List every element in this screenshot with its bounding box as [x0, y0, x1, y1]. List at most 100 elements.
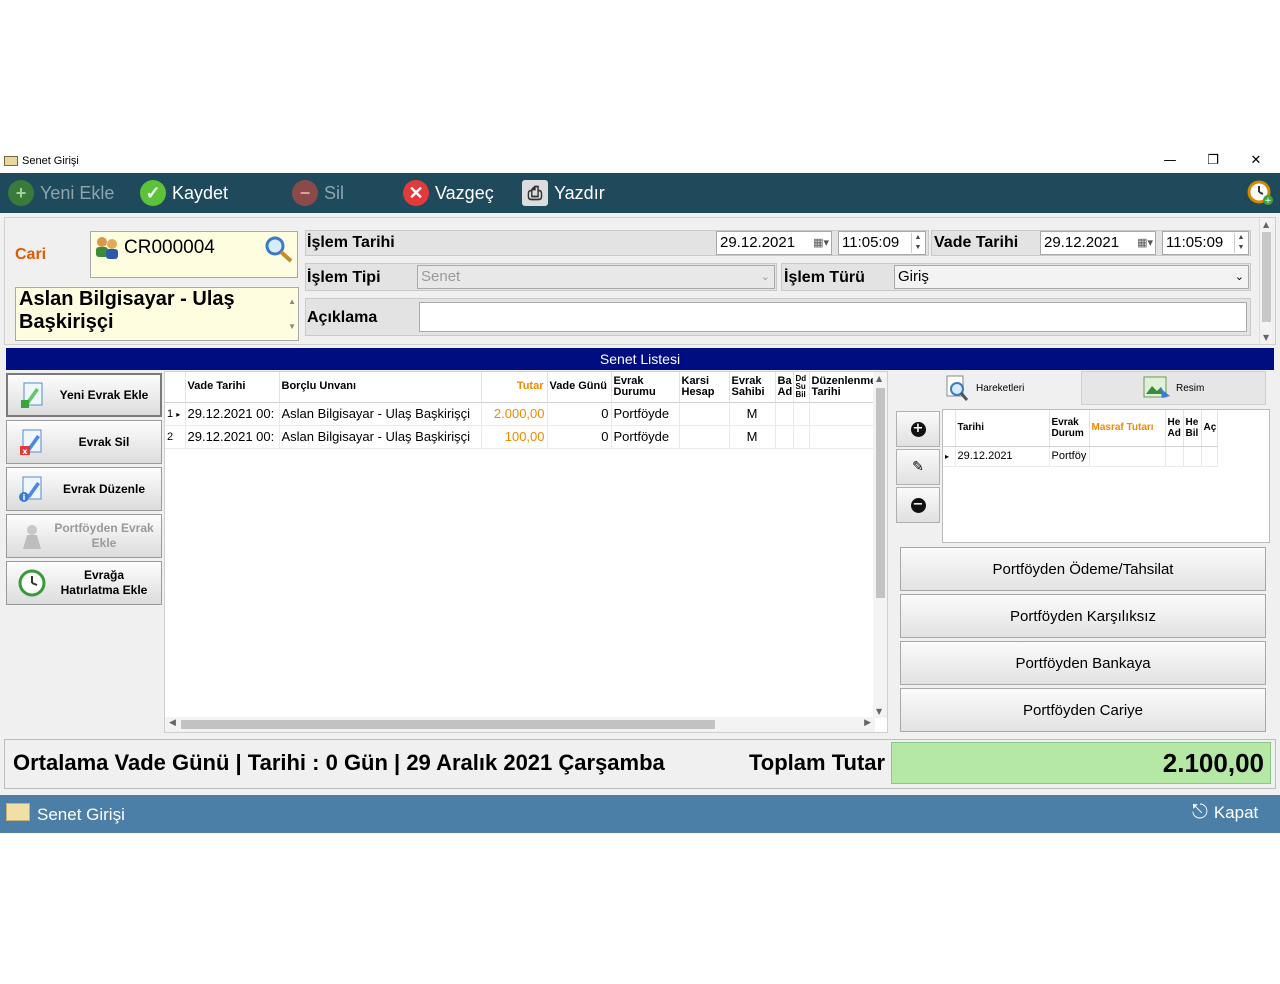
scroll-up-icon[interactable]: ▲	[876, 374, 882, 383]
add-reminder-button[interactable]: Evrağa Hatırlatma Ekle	[6, 561, 162, 605]
vade-tarihi-label: Vade Tarihi	[934, 234, 1019, 251]
scroll-right-icon[interactable]: ▶	[864, 718, 871, 728]
movements-table: Tarihi Evrak Durum Masraf Tutarı He Ad H…	[943, 410, 1218, 467]
table-row[interactable]: 1 ▸ 29.12.2021 00: Aslan Bilgisayar - Ul…	[165, 402, 878, 426]
edit-movement-button[interactable]: ✎	[896, 449, 940, 485]
col-duzenlenme-tarihi[interactable]: Düzenlenme Tarihi	[809, 372, 878, 403]
col-tarihi[interactable]: Tarihi	[955, 410, 1050, 447]
delete-document-button[interactable]: x Evrak Sil	[6, 420, 162, 464]
tab-hareketleri-label: Hareketleri	[976, 382, 1025, 394]
table-row[interactable]: ▸ 29.12.2021 Portföy	[943, 446, 1218, 467]
table-row[interactable]: 2 29.12.2021 00: Aslan Bilgisayar - Ulaş…	[165, 425, 878, 449]
col-evrak-durum[interactable]: Evrak Durum	[1049, 410, 1090, 447]
scroll-thumb[interactable]	[1262, 232, 1271, 322]
document-delete-icon: x	[17, 427, 47, 457]
scroll-thumb[interactable]	[876, 388, 885, 598]
svg-text:i: i	[23, 493, 26, 502]
row-indicator-header	[943, 410, 956, 447]
cell-gun: 0	[547, 402, 612, 426]
cell-borclu: Aslan Bilgisayar - Ulaş Başkirişçi	[279, 425, 482, 449]
portfolio-account-button[interactable]: Portföyden Cariye	[900, 688, 1266, 732]
portfolio-bank-button[interactable]: Portföyden Bankaya	[900, 641, 1266, 685]
scroll-down-icon[interactable]: ▼	[1263, 333, 1269, 342]
movements-grid[interactable]: Tarihi Evrak Durum Masraf Tutarı He Ad H…	[942, 409, 1270, 543]
grid-vscrollbar[interactable]: ▲ ▼	[873, 372, 887, 718]
calendar-dropdown-icon[interactable]: ▦▾	[813, 232, 829, 254]
tab-hareketleri[interactable]: Hareketleri	[944, 371, 1024, 405]
calendar-dropdown-icon[interactable]: ▦▾	[1137, 232, 1153, 254]
alarm-clock-icon[interactable]: +	[1246, 178, 1274, 206]
cari-code-field[interactable]: CR000004	[90, 231, 298, 278]
col-tutar[interactable]: Tutar	[481, 372, 548, 403]
plus-circle-icon: +	[910, 421, 926, 437]
header-scrollbar[interactable]: ▲ ▼	[1259, 218, 1273, 344]
edit-document-button[interactable]: i Evrak Düzenle	[6, 467, 162, 511]
restore-button[interactable]: ❐	[1193, 150, 1233, 173]
check-icon: ✓	[140, 180, 166, 206]
time-spinner-icon[interactable]: ▲ ▼	[1234, 233, 1247, 253]
col-evrak-sahibi[interactable]: Evrak Sahibi	[729, 372, 776, 403]
islem-tarihi-time[interactable]: 11:05:09 ▲ ▼	[838, 231, 926, 255]
minimize-button[interactable]: —	[1150, 150, 1190, 173]
col-he-bil[interactable]: He Bil	[1183, 410, 1202, 447]
save-button[interactable]: ✓ Kaydet	[140, 178, 228, 208]
senet-grid[interactable]: Vade Tarihi Borçlu Unvanı Tutar Vade Gün…	[164, 371, 888, 733]
scroll-down-icon[interactable]: ▼	[288, 315, 296, 338]
cancel-button-label: Vazgeç	[435, 182, 494, 203]
portfolio-icon	[17, 521, 47, 551]
row-pointer-icon: ▸	[176, 409, 181, 419]
col-ac[interactable]: Aç	[1201, 410, 1218, 447]
cell-empty	[775, 425, 794, 449]
scroll-down-icon[interactable]: ▼	[876, 707, 882, 716]
print-button[interactable]: ⎙ Yazdır	[522, 178, 605, 208]
row-number: 1	[167, 407, 174, 420]
col-masraf-tutari[interactable]: Masraf Tutarı	[1089, 410, 1166, 447]
cancel-button[interactable]: ✕ Vazgeç	[403, 178, 494, 208]
cari-name-field[interactable]: Aslan Bilgisayar - Ulaş Başkirişçi ▲ ▼	[15, 287, 299, 341]
col-he-ad[interactable]: He Ad	[1165, 410, 1184, 447]
portfolio-add-button[interactable]: Portföyden Evrak Ekle	[6, 514, 162, 558]
col-borclu-unvani[interactable]: Borçlu Unvanı	[279, 372, 482, 403]
cell-empty	[809, 402, 878, 426]
edit-icon: ✎	[912, 459, 924, 475]
vade-tarihi-date[interactable]: 29.12.2021 ▦▾	[1040, 231, 1156, 255]
col-dd-su-bil[interactable]: Dd Su Bil	[793, 372, 810, 403]
portfolio-payment-button[interactable]: Portföyden Ödeme/Tahsilat	[900, 547, 1266, 591]
exit-button[interactable]: ⎋ Kapat	[1192, 801, 1258, 824]
main-content: Cari CR000004 Aslan Bilgisayar - Ulaş Ba…	[4, 217, 1276, 789]
portfolio-unpaid-button[interactable]: Portföyden Karşılıksız	[900, 594, 1266, 638]
islem-turu-select[interactable]: Giriş ⌄	[894, 265, 1249, 289]
search-icon[interactable]	[263, 234, 295, 264]
col-vade-gunu[interactable]: Vade Günü	[547, 372, 612, 403]
col-ba-ad[interactable]: Ba Ad	[775, 372, 794, 403]
time-spinner-icon[interactable]: ▲ ▼	[911, 233, 924, 253]
aciklama-input[interactable]	[419, 302, 1247, 332]
grid-hscrollbar[interactable]: ◀ ▶	[165, 717, 875, 732]
scroll-thumb[interactable]	[181, 720, 715, 729]
row-indicator: 1 ▸	[165, 402, 186, 426]
delete-button[interactable]: − Sil	[292, 178, 344, 208]
add-document-button[interactable]: Yeni Evrak Ekle	[6, 373, 162, 417]
svg-text:+: +	[1264, 196, 1272, 206]
islem-tipi-select[interactable]: Senet ⌄	[417, 265, 775, 289]
col-vade-tarihi[interactable]: Vade Tarihi	[185, 372, 280, 403]
scroll-left-icon[interactable]: ◀	[169, 718, 176, 728]
vade-tarihi-time[interactable]: 11:05:09 ▲ ▼	[1162, 231, 1249, 255]
section-title: Senet Listesi	[6, 348, 1274, 370]
edit-document-label: Evrak Düzenle	[62, 481, 146, 496]
islem-tarihi-date-text: 29.12.2021	[720, 234, 796, 251]
scroll-up-icon[interactable]: ▲	[1263, 220, 1269, 229]
islem-tarihi-label: İşlem Tarihi	[307, 234, 395, 251]
senet-table: Vade Tarihi Borçlu Unvanı Tutar Vade Gün…	[165, 372, 878, 449]
islem-tarihi-date[interactable]: 29.12.2021 ▦▾	[716, 231, 832, 255]
document-edit-icon: i	[17, 474, 47, 504]
remove-movement-button[interactable]: −	[896, 487, 940, 523]
new-button[interactable]: + Yeni Ekle	[8, 178, 114, 208]
close-button[interactable]: ✕	[1236, 150, 1276, 173]
scroll-up-icon[interactable]: ▲	[288, 290, 296, 313]
islem-tipi-value: Senet	[421, 268, 461, 285]
col-karsi-hesap[interactable]: Karsi Hesap	[679, 372, 730, 403]
add-movement-button[interactable]: +	[896, 411, 940, 447]
tab-resim[interactable]: Resim	[1081, 371, 1266, 405]
col-evrak-durumu[interactable]: Evrak Durumu	[611, 372, 680, 403]
